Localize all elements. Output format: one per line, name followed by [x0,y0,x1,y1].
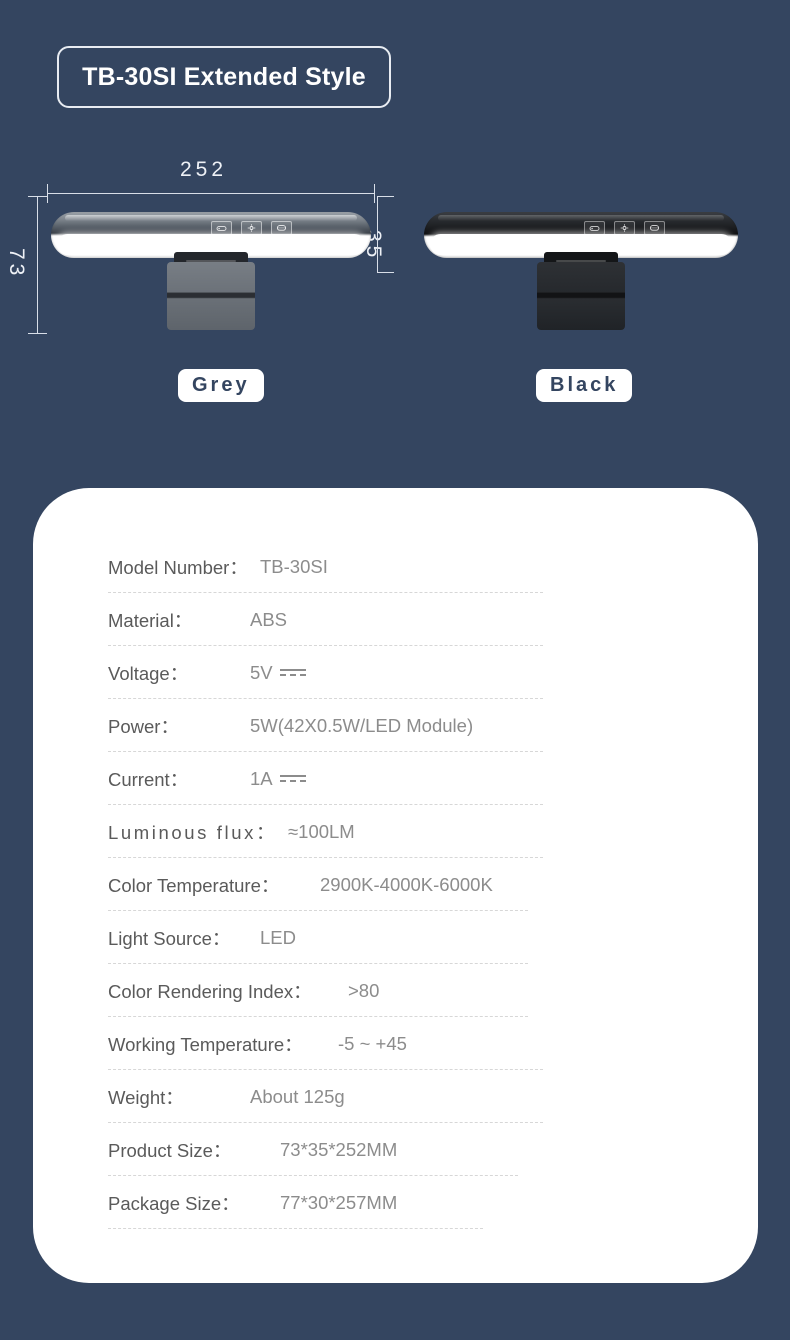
spec-label: Product Size： [108,1139,232,1161]
spec-value: -5 ~ +45 [338,1032,407,1054]
lamp-control-panel [211,221,292,235]
spec-value: 77*30*257MM [280,1191,398,1213]
spec-label: Color Temperature： [108,874,280,896]
product-showcase: 252 73 35 Grey Black [0,130,790,420]
spec-row: Color Rendering Index： >80 [108,964,668,1017]
spec-label: Working Temperature： [108,1033,303,1055]
lamp-sheen [438,215,724,221]
spec-label: Luminous flux： [108,821,278,843]
color-label-black: Black [536,369,633,402]
brightness-icon[interactable] [241,221,262,235]
spec-value: About 125g [250,1085,345,1107]
brightness-icon[interactable] [614,221,635,235]
color-label-black-text: Black [550,374,619,396]
spec-row: Power： 5W(42X0.5W/LED Module) [108,699,668,752]
lamp-mount-clip [167,262,255,330]
spec-value: 2900K-4000K-6000K [320,873,493,895]
spec-label: Power： [108,715,179,737]
spec-row: Current： 1A [108,752,668,805]
spec-value: ABS [250,608,288,630]
specification-card: Model Number： TB-30SI Material： ABS Voltage：… [33,488,758,1283]
lamp-mount-clip [537,262,625,330]
spec-row: Model Number： TB-30SI [108,540,668,593]
dimension-tick-height-top [28,196,47,197]
power-icon[interactable] [584,221,605,235]
spec-value: ≈100LM [288,820,355,842]
color-label-grey: Grey [178,369,264,402]
power-icon[interactable] [211,221,232,235]
dimension-tick-width-right [374,184,375,203]
spec-value: LED [260,926,296,948]
spec-label: Light Source： [108,927,231,949]
spec-row: Product Size： 73*35*252MM [108,1123,668,1176]
spec-value: 5W(42X0.5W/LED Module) [250,714,474,736]
spec-label: Color Rendering Index： [108,980,312,1002]
dc-current-icon [279,669,306,676]
spec-label: Material： [108,609,193,631]
spec-row: Material： ABS [108,593,668,646]
dimension-line-width [47,193,375,194]
dimension-tick-depth-top [377,196,394,197]
specification-list: Model Number： TB-30SI Material： ABS Voltage：… [108,540,668,1229]
dimension-tick-width-left [47,184,48,203]
color-temperature-icon[interactable] [271,221,292,235]
dimension-line-depth [377,196,378,272]
spec-row: Light Source： LED [108,911,668,964]
spec-label: Current： [108,768,189,790]
dimension-tick-depth-bottom [377,272,394,273]
spec-row: Weight： About 125g [108,1070,668,1123]
spec-row: Color Temperature： 2900K-4000K-6000K [108,858,668,911]
spec-label: Voltage： [108,662,189,684]
dimension-label-height: 73 [5,248,28,280]
spec-label: Package Size： [108,1192,240,1214]
dimension-label-width: 252 [180,158,228,181]
spec-value: 1A [250,767,273,789]
spec-value: 73*35*252MM [280,1138,398,1160]
title-badge: TB-30SI Extended Style [57,46,391,108]
spec-label: Model Number： [108,556,248,578]
spec-row: Package Size： 77*30*257MM [108,1176,668,1229]
dc-current-icon [279,775,306,782]
spec-row: Luminous flux： ≈100LM [108,805,668,858]
dimension-tick-height-bottom [28,333,47,334]
spec-value: 5V [250,661,273,683]
spec-row: Voltage： 5V [108,646,668,699]
spec-row: Working Temperature： -5 ~ +45 [108,1017,668,1070]
color-label-grey-text: Grey [192,374,250,396]
page-title: TB-30SI Extended Style [82,62,366,91]
dimension-line-height [37,196,38,333]
spec-label: Weight： [108,1086,184,1108]
lamp-control-panel [584,221,665,235]
color-temperature-icon[interactable] [644,221,665,235]
spec-value: >80 [348,979,380,1001]
spec-value: TB-30SI [260,555,328,577]
